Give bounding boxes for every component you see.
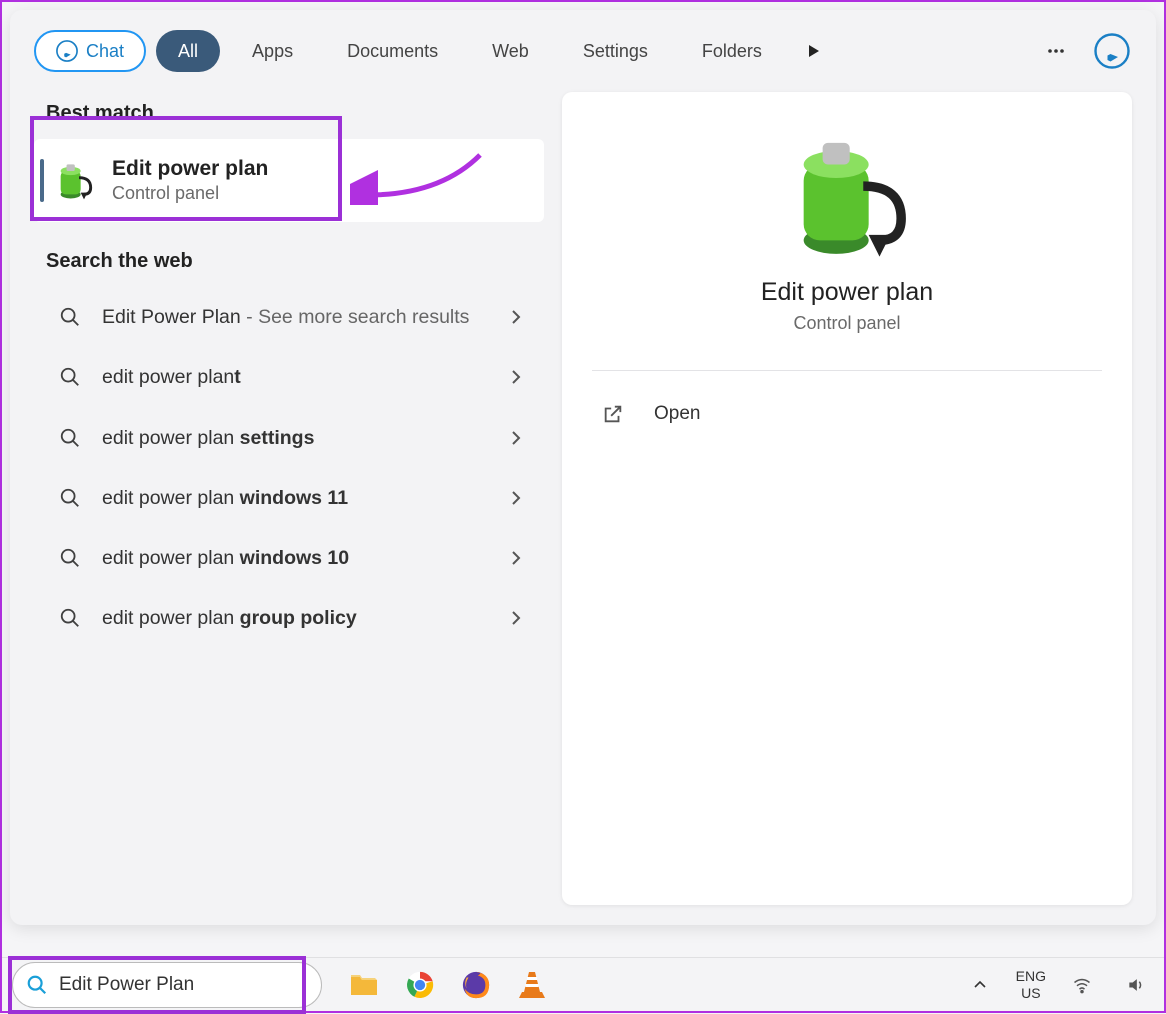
folder-icon — [348, 969, 380, 1001]
web-result-text: edit power plant — [102, 363, 484, 391]
preview-divider — [592, 370, 1102, 371]
web-result-item[interactable]: edit power plant — [34, 347, 544, 407]
open-icon — [600, 401, 626, 427]
taskbar-app-explorer[interactable] — [346, 967, 382, 1003]
taskbar-search-input[interactable] — [12, 962, 322, 1008]
best-match-result[interactable]: Edit power plan Control panel — [34, 139, 544, 222]
tab-folders-label: Folders — [702, 41, 762, 62]
tab-apps[interactable]: Apps — [230, 30, 315, 72]
chevron-right-icon[interactable] — [504, 486, 528, 510]
best-match-title: Edit power plan — [112, 157, 268, 181]
web-result-text: edit power plan windows 11 — [102, 484, 484, 512]
bing-button[interactable] — [1092, 31, 1132, 71]
tab-web[interactable]: Web — [470, 30, 551, 72]
chevron-right-icon[interactable] — [504, 606, 528, 630]
content-row: Best match Edit power plan Control panel… — [34, 92, 1132, 905]
tab-all[interactable]: All — [156, 30, 220, 72]
preview-subtitle: Control panel — [793, 313, 900, 334]
tab-settings[interactable]: Settings — [561, 30, 670, 72]
language-indicator[interactable]: ENG US — [1016, 968, 1046, 1000]
web-results-list: Edit Power Plan - See more search result… — [34, 287, 544, 649]
chevron-right-icon[interactable] — [504, 305, 528, 329]
taskbar-app-firefox[interactable] — [458, 967, 494, 1003]
best-match-header: Best match — [34, 92, 544, 139]
search-tabs-row: Chat All Apps Documents Web Settings Fol… — [34, 30, 1132, 72]
chevron-right-icon[interactable] — [504, 365, 528, 389]
web-result-text: edit power plan settings — [102, 424, 484, 452]
best-match-subtitle: Control panel — [112, 183, 268, 204]
tab-documents-label: Documents — [347, 41, 438, 62]
tab-all-label: All — [178, 41, 198, 62]
search-icon — [58, 365, 82, 389]
open-action-label: Open — [654, 403, 700, 425]
taskbar-systray: ENG US — [962, 967, 1154, 1003]
more-tabs-button[interactable] — [794, 31, 834, 71]
search-results-panel: Chat All Apps Documents Web Settings Fol… — [10, 10, 1156, 925]
vlc-icon — [518, 970, 546, 1000]
systray-wifi[interactable] — [1064, 967, 1100, 1003]
taskbar-apps — [346, 967, 550, 1003]
overflow-menu-button[interactable] — [1036, 31, 1076, 71]
open-action[interactable]: Open — [592, 395, 1102, 433]
tab-settings-label: Settings — [583, 41, 648, 62]
wifi-icon — [1072, 975, 1092, 995]
tab-apps-label: Apps — [252, 41, 293, 62]
taskbar-app-vlc[interactable] — [514, 967, 550, 1003]
tab-web-label: Web — [492, 41, 529, 62]
volume-icon — [1126, 975, 1146, 995]
web-result-item[interactable]: edit power plan settings — [34, 408, 544, 468]
chevron-right-icon[interactable] — [504, 426, 528, 450]
chevron-right-icon[interactable] — [504, 546, 528, 570]
lang-line1: ENG — [1016, 968, 1046, 984]
web-result-item[interactable]: edit power plan group policy — [34, 588, 544, 648]
tab-chat-label: Chat — [86, 41, 124, 62]
preview-icon-container — [782, 132, 912, 262]
taskbar-search-wrap — [12, 962, 322, 1008]
search-icon — [58, 426, 82, 450]
tab-documents[interactable]: Documents — [325, 30, 460, 72]
search-web-header: Search the web — [34, 240, 544, 287]
powerplan-icon — [782, 132, 912, 262]
powerplan-icon — [54, 161, 94, 201]
search-icon — [58, 546, 82, 570]
tab-chat[interactable]: Chat — [34, 30, 146, 72]
systray-chevron[interactable] — [962, 967, 998, 1003]
bing-icon — [1094, 33, 1130, 69]
search-icon — [58, 486, 82, 510]
best-match-text: Edit power plan Control panel — [112, 157, 268, 204]
web-result-text: Edit Power Plan - See more search result… — [102, 303, 484, 331]
search-icon — [26, 974, 48, 996]
web-result-text: edit power plan group policy — [102, 604, 484, 632]
web-result-item[interactable]: Edit Power Plan - See more search result… — [34, 287, 544, 347]
lang-line2: US — [1016, 985, 1046, 1001]
chrome-icon — [405, 970, 435, 1000]
ellipsis-icon — [1046, 41, 1066, 61]
preview-title: Edit power plan — [761, 278, 933, 307]
systray-volume[interactable] — [1118, 967, 1154, 1003]
preview-pane: Edit power plan Control panel Open — [562, 92, 1132, 905]
search-icon — [58, 606, 82, 630]
bing-icon — [56, 40, 78, 62]
web-result-item[interactable]: edit power plan windows 11 — [34, 468, 544, 528]
tab-folders[interactable]: Folders — [680, 30, 784, 72]
search-icon — [58, 305, 82, 329]
taskbar-app-chrome[interactable] — [402, 967, 438, 1003]
chevron-up-icon — [972, 977, 988, 993]
web-result-item[interactable]: edit power plan windows 10 — [34, 528, 544, 588]
play-icon — [806, 43, 822, 59]
firefox-icon — [461, 970, 491, 1000]
results-column: Best match Edit power plan Control panel… — [34, 92, 544, 905]
web-result-text: edit power plan windows 10 — [102, 544, 484, 572]
taskbar: ENG US — [2, 957, 1164, 1011]
